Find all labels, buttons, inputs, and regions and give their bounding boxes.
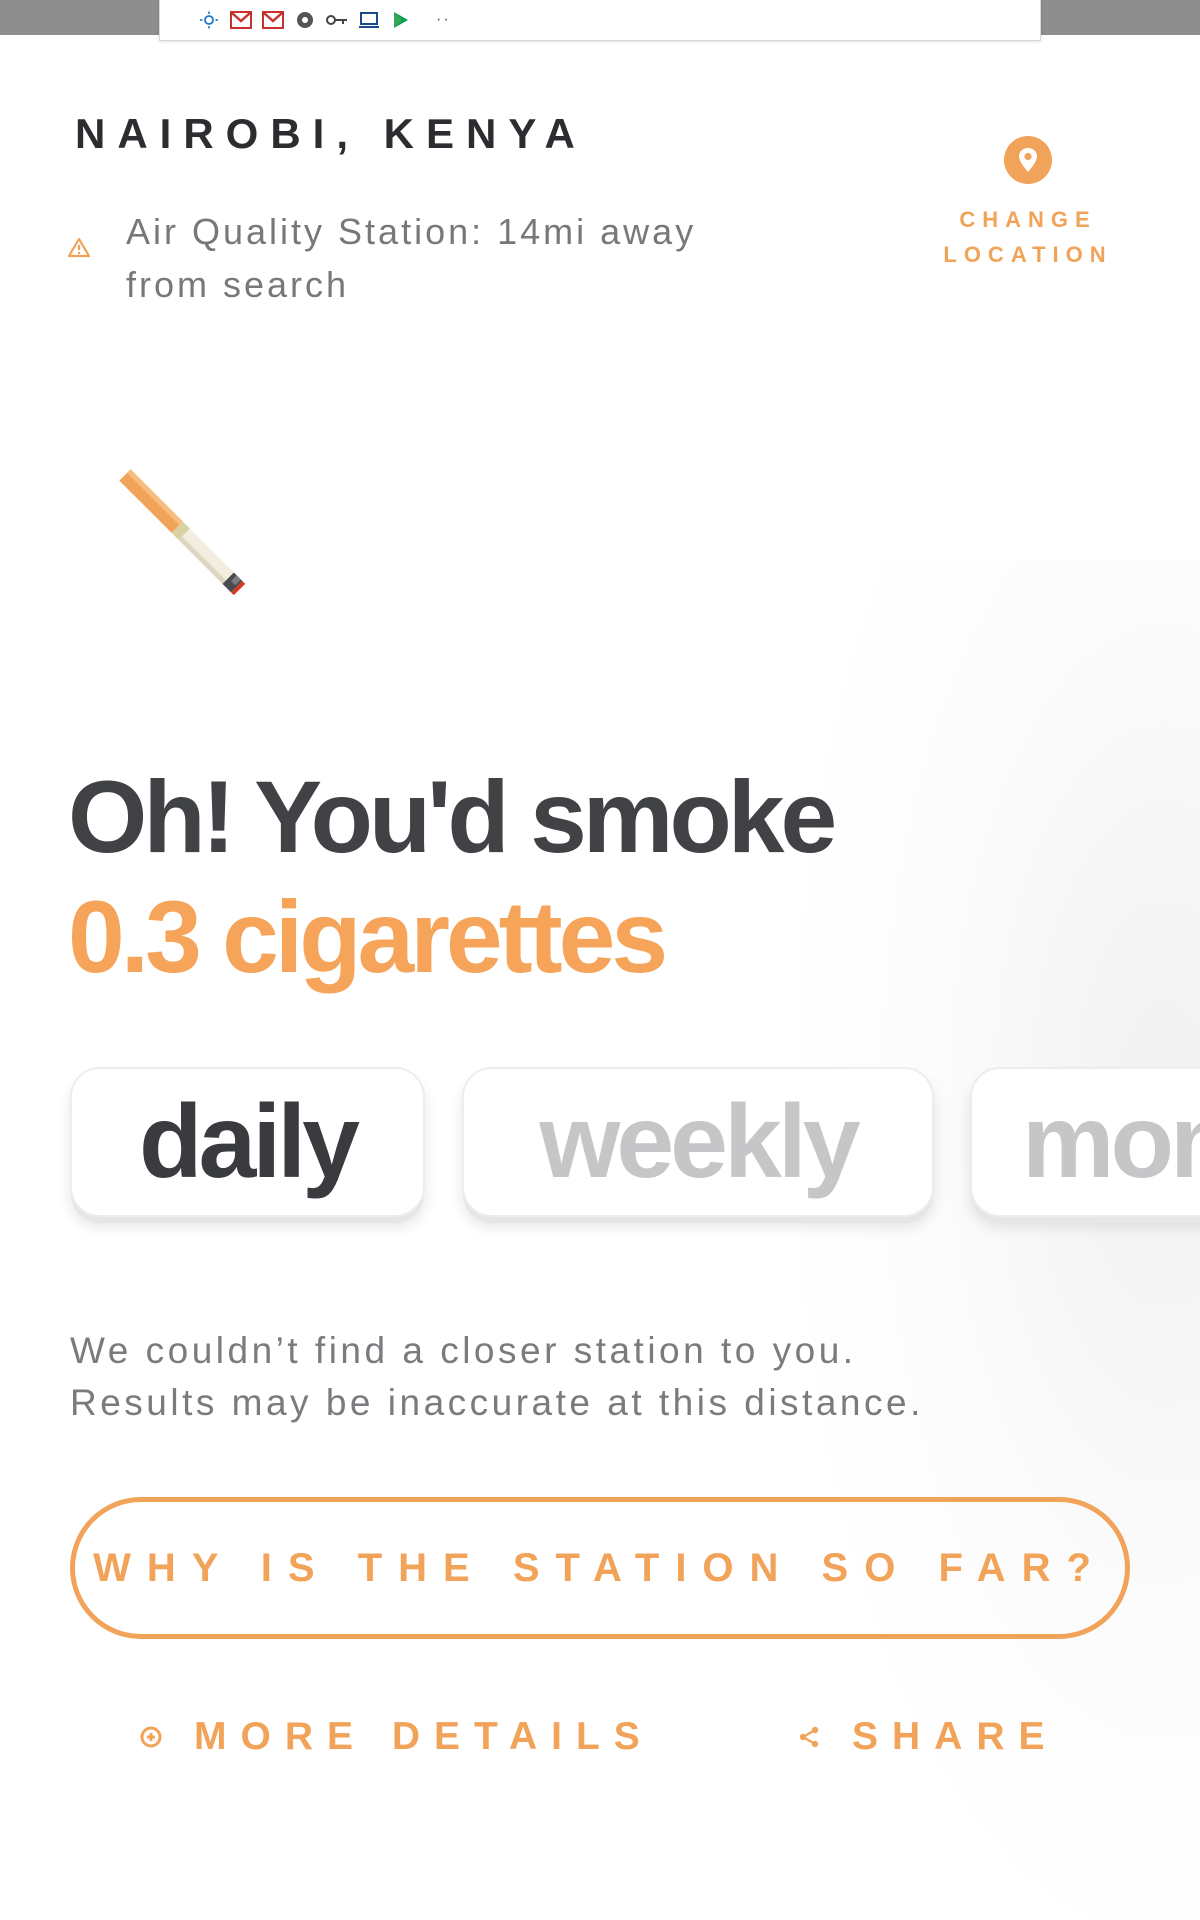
gmail-icon[interactable] (230, 10, 252, 30)
period-tab-monthly[interactable]: monthly (970, 1067, 1200, 1217)
why-station-far-button[interactable]: WHY IS THE STATION SO FAR? (70, 1497, 1130, 1639)
change-location-line1: CHANGE (959, 207, 1097, 232)
accuracy-notice-line1: We couldn’t find a closer station to you… (70, 1330, 857, 1371)
share-icon (798, 1726, 820, 1748)
change-location-button[interactable]: CHANGE LOCATION (928, 136, 1128, 272)
more-details-label: MORE DETAILS (194, 1715, 654, 1758)
headline-text: Oh! You'd smoke (68, 760, 837, 874)
accuracy-notice: We couldn’t find a closer station to you… (70, 1325, 924, 1429)
share-button[interactable]: SHARE (798, 1715, 1059, 1759)
plus-circle-icon (140, 1726, 162, 1748)
more-icon[interactable]: ·· (436, 11, 451, 29)
laptop-icon[interactable] (358, 10, 380, 30)
sun-icon[interactable] (198, 10, 220, 30)
cigarette-count: 0.3 cigarettes (68, 880, 668, 994)
cigarette-icon (110, 460, 270, 620)
play-store-icon[interactable] (390, 10, 412, 30)
share-label: SHARE (852, 1715, 1059, 1758)
period-tab-weekly[interactable]: weekly (462, 1067, 934, 1217)
settings-icon[interactable] (294, 10, 316, 30)
change-location-label: CHANGE LOCATION (928, 202, 1128, 272)
station-distance-notice: Air Quality Station: 14mi away from sear… (67, 205, 788, 311)
period-tab-daily[interactable]: daily (70, 1067, 425, 1217)
app-screen: ·· NAIROBI, KENYA Air Quality Station: 1… (0, 0, 1200, 1920)
station-distance-line2: from search (126, 264, 350, 305)
accuracy-notice-line2: Results may be inaccurate at this distan… (70, 1382, 924, 1423)
map-pin-icon (1004, 136, 1052, 184)
extension-toolbar: ·· (159, 0, 1041, 41)
location-title: NAIROBI, KENYA (75, 110, 587, 157)
warning-triangle-icon (67, 237, 91, 259)
gmail-icon[interactable] (262, 10, 284, 30)
key-icon[interactable] (326, 10, 348, 30)
station-distance-text: Air Quality Station: 14mi away from sear… (126, 205, 696, 311)
change-location-line2: LOCATION (943, 242, 1113, 267)
more-details-button[interactable]: MORE DETAILS (140, 1715, 654, 1759)
station-distance-line1: Air Quality Station: 14mi away (126, 211, 697, 252)
